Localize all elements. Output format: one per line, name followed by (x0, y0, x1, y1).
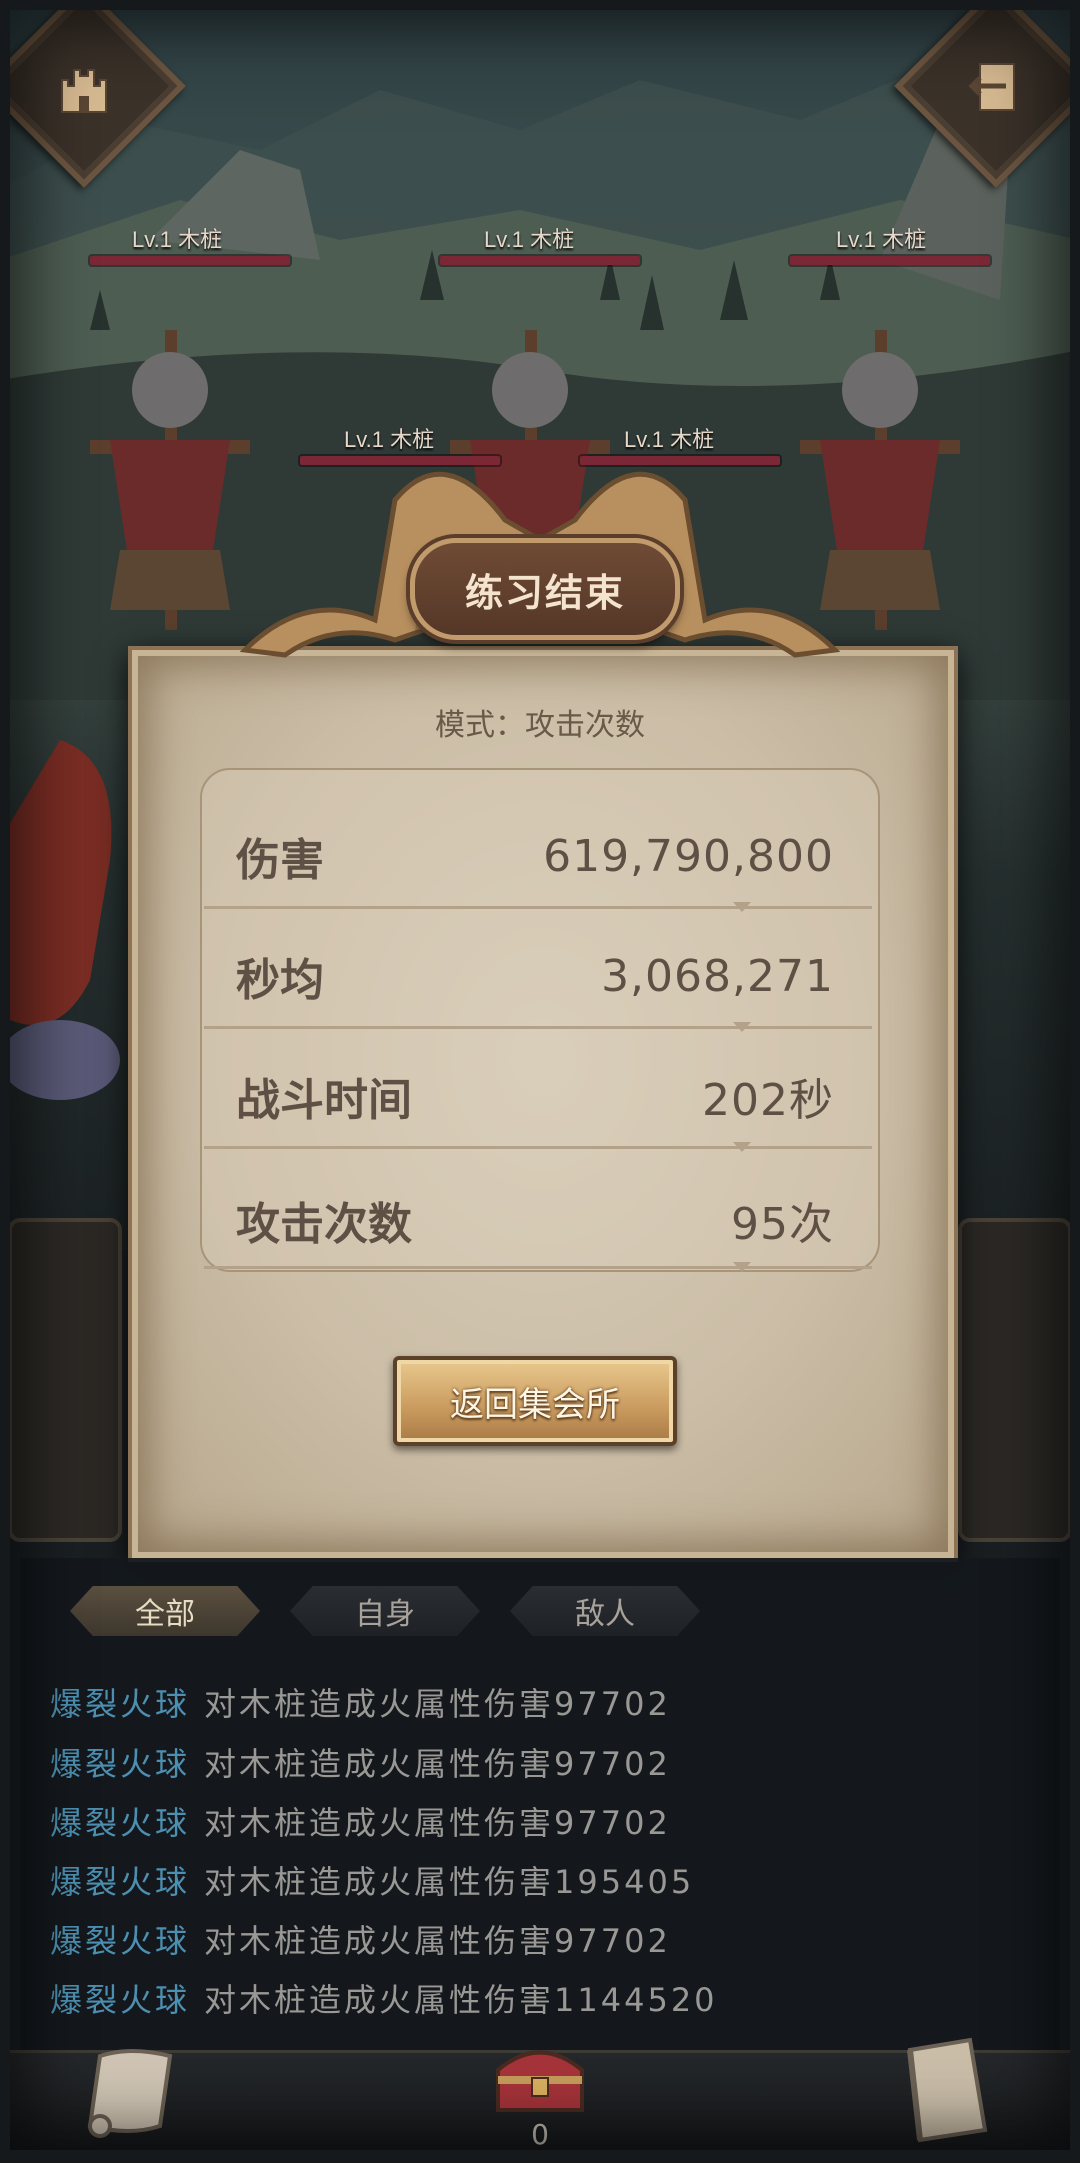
row-divider (204, 1022, 872, 1032)
log-entry: 爆裂火球 对木桩造成火属性伤害97702 (50, 1734, 671, 1790)
row-divider (204, 1262, 872, 1272)
left-side-ornament (8, 1218, 122, 1542)
battle-time-row: 战斗时间 202秒 (204, 1040, 872, 1152)
damage-value: 619,790,800 (543, 830, 834, 882)
battle-time-label: 战斗时间 (236, 1075, 412, 1126)
mode-label: 模式：攻击次数 (435, 708, 645, 743)
enemy-hp-bar (440, 256, 640, 265)
hero-character (0, 740, 120, 1100)
log-message: 对木桩造成火属性伤害97702 (204, 1745, 671, 1783)
log-entry: 爆裂火球 对木桩造成火属性伤害97702 (50, 1674, 671, 1730)
enemy-hp-bar (790, 256, 990, 265)
castle-icon (60, 68, 107, 113)
result-title: 练习结束 (410, 538, 680, 640)
dps-row: 秒均 3,068,271 (204, 920, 872, 1032)
dps-label: 秒均 (236, 955, 324, 1006)
tab-self[interactable]: 自身 (290, 1586, 480, 1636)
enemy-label: Lv.1 木桩 (484, 227, 575, 252)
log-skill-name: 爆裂火球 (50, 1685, 191, 1723)
log-skill-name: 爆裂火球 (50, 1745, 191, 1783)
attack-count-value: 95次 (731, 1199, 834, 1250)
log-entry: 爆裂火球 对木桩造成火属性伤害1144520 (50, 1970, 718, 2026)
log-message: 对木桩造成火属性伤害97702 (204, 1922, 671, 1960)
log-skill-name: 爆裂火球 (50, 1922, 191, 1960)
log-skill-name: 爆裂火球 (50, 1804, 191, 1842)
enemy-label: Lv.1 木桩 (836, 227, 927, 252)
enemy-label: Lv.1 木桩 (132, 227, 223, 252)
damage-row: 伤害 619,790,800 (204, 800, 872, 912)
battle-time-value: 202秒 (702, 1075, 834, 1126)
attack-count-label: 攻击次数 (236, 1199, 412, 1250)
log-skill-name: 爆裂火球 (50, 1863, 191, 1901)
exit-door-icon (968, 63, 1015, 111)
treasure-chest-icon[interactable] (488, 2040, 592, 2120)
log-entry: 爆裂火球 对木桩造成火属性伤害97702 (50, 1793, 671, 1849)
row-divider (204, 1142, 872, 1152)
log-message: 对木桩造成火属性伤害195405 (204, 1863, 695, 1901)
log-message: 对木桩造成火属性伤害97702 (204, 1685, 671, 1723)
enemy-hp-bar (90, 256, 290, 265)
return-to-guild-button[interactable]: 返回集会所 (393, 1356, 677, 1446)
log-message: 对木桩造成火属性伤害97702 (204, 1804, 671, 1842)
log-message: 对木桩造成火属性伤害1144520 (204, 1981, 718, 2019)
dps-value: 3,068,271 (601, 950, 834, 1002)
log-entry: 爆裂火球 对木桩造成火属性伤害97702 (50, 1911, 671, 1967)
right-side-ornament (958, 1218, 1072, 1542)
tab-all[interactable]: 全部 (70, 1586, 260, 1636)
damage-label: 伤害 (236, 835, 324, 886)
tab-enemy[interactable]: 敌人 (510, 1586, 700, 1636)
book-icon[interactable] (890, 2030, 1000, 2150)
attack-count-row: 攻击次数 95次 (204, 1164, 872, 1276)
log-entry: 爆裂火球 对木桩造成火属性伤害195405 (50, 1852, 694, 1908)
log-skill-name: 爆裂火球 (50, 1981, 191, 2019)
row-divider (204, 902, 872, 912)
